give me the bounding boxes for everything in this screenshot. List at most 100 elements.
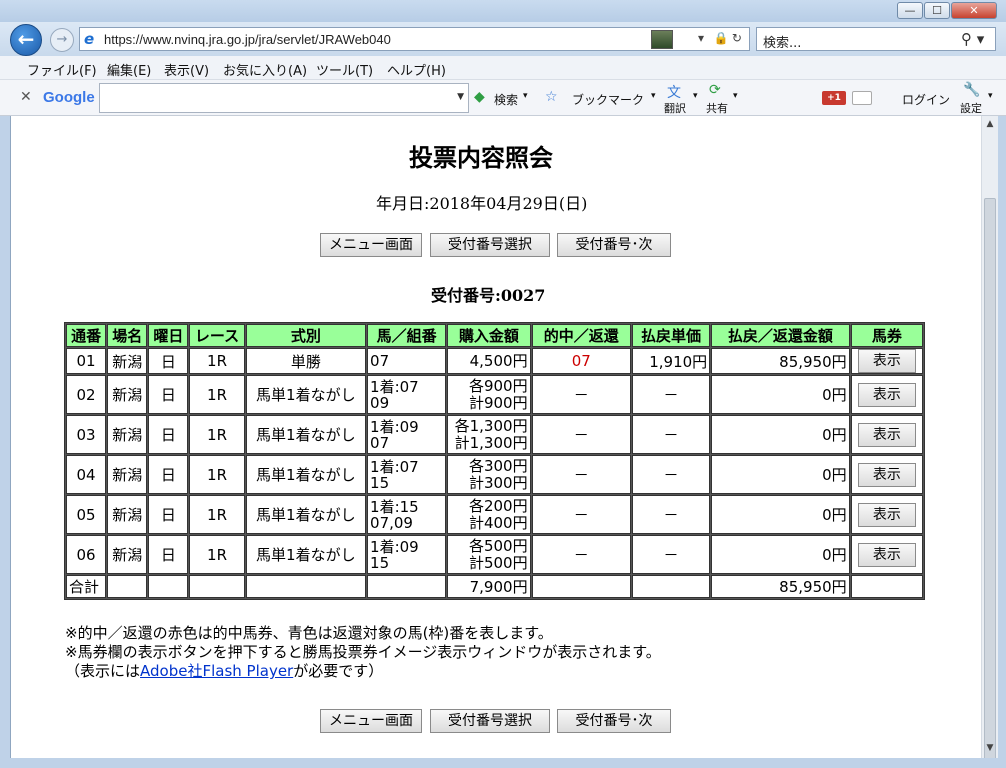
receipt-select-button[interactable]: 受付番号選択 — [430, 709, 550, 733]
address-bar-icons[interactable]: ▾ 🔒↻ — [698, 31, 745, 45]
address-bar[interactable]: e https://www.nvinq.jra.go.jp/jra/servle… — [79, 27, 750, 51]
receipt-next-button[interactable]: 受付番号･次 — [557, 709, 671, 733]
show-ticket-button[interactable]: 表示 — [857, 422, 916, 447]
show-ticket-button[interactable]: 表示 — [857, 502, 916, 527]
google-search-input[interactable]: ▼ — [99, 83, 469, 113]
settings-button[interactable]: 設定 — [960, 100, 982, 116]
amount-line-1: 各200円 — [468, 496, 528, 515]
wrench-icon[interactable]: 🔧 — [963, 82, 980, 98]
vertical-scrollbar[interactable]: ▲ ▼ — [981, 116, 998, 768]
receipt-next-button[interactable]: 受付番号･次 — [557, 233, 671, 257]
cell-ticket: 表示 — [850, 495, 923, 534]
cell-venue: 新潟 — [107, 375, 148, 414]
cell-combo: 1着:09 15 — [367, 535, 447, 574]
cell-race: 1R — [189, 535, 245, 574]
cell-ticket: 表示 — [850, 348, 923, 374]
scroll-down-icon[interactable]: ▼ — [982, 740, 998, 756]
cell-ticket: 表示 — [850, 415, 923, 454]
menu-tools[interactable]: ツール(T) — [316, 60, 373, 79]
scroll-thumb[interactable] — [984, 198, 996, 768]
cell-race: 1R — [189, 455, 245, 494]
cell-race: 1R — [189, 375, 245, 414]
dropdown-icon[interactable]: ▾ — [651, 91, 656, 101]
flash-player-link[interactable]: Adobe社Flash Player — [140, 662, 293, 680]
cell-venue: 新潟 — [107, 535, 148, 574]
site-thumbnail-icon[interactable] — [651, 30, 673, 49]
cell-payout: 0円 — [711, 455, 850, 494]
menu-help[interactable]: ヘルプ(H) — [387, 60, 446, 79]
cell-day: 日 — [148, 375, 189, 414]
scroll-up-icon[interactable]: ▲ — [982, 116, 998, 132]
date-line: 年月日:2018年04月29日(日) — [376, 194, 588, 213]
cell-amount: 各900円 計900円 — [447, 375, 531, 414]
cell-amount: 各200円 計400円 — [447, 495, 531, 534]
table-row: 06 新潟 日 1R 馬単1着ながし 1着:09 15 各500円 計500円 － … — [66, 535, 923, 574]
dropdown-icon[interactable]: ▾ — [733, 91, 738, 101]
cell-combo: 1着:09 07 — [367, 415, 447, 454]
menu-favorites[interactable]: お気に入り(A) — [223, 60, 307, 79]
cell-venue: 新潟 — [107, 495, 148, 534]
bet-table: 通番 場名 曜日 レース 式別 馬／組番 購入金額 的中／返還 払戻単価 払戻／… — [64, 322, 925, 600]
refresh-icon[interactable]: ↻ — [732, 31, 745, 45]
close-icon[interactable]: ✕ — [20, 89, 32, 105]
back-button[interactable]: ← — [10, 24, 42, 56]
translate-button[interactable]: 翻訳 — [664, 100, 686, 116]
maximize-button[interactable]: ☐ — [924, 2, 950, 19]
cell-payout: 85,950円 — [711, 348, 850, 374]
forward-button[interactable]: → — [50, 28, 74, 52]
google-plus-one-button[interactable]: +1 — [822, 91, 846, 105]
cell-hit: － — [531, 495, 631, 534]
amount-line-1: 各300円 — [468, 456, 528, 475]
share-icon[interactable]: ⟳ — [709, 82, 721, 98]
show-ticket-button[interactable]: 表示 — [857, 542, 916, 567]
login-button[interactable]: ログイン — [902, 91, 950, 108]
search-placeholder[interactable]: 検索... — [763, 32, 801, 51]
cell-type: 馬単1着ながし — [245, 495, 367, 534]
total-row: 合計 7,900円 85,950円 — [66, 575, 923, 598]
lock-icon[interactable]: 🔒 — [714, 31, 732, 45]
amount-line-2: 計500円 — [468, 553, 528, 572]
dropdown-icon[interactable]: ▾ — [523, 91, 528, 101]
dropdown-icon[interactable]: ▾ — [988, 91, 993, 101]
cell-ticket: 表示 — [850, 535, 923, 574]
combo-line-1: 1着:15 — [370, 497, 419, 516]
translate-icon[interactable]: 文 — [667, 82, 681, 102]
menu-screen-button[interactable]: メニュー画面 — [320, 233, 422, 257]
cell-no: 03 — [66, 415, 107, 454]
cell-combo: 1着:07 15 — [367, 455, 447, 494]
amount-line-1: 各1,300円 — [454, 416, 528, 435]
close-window-button[interactable]: ✕ — [951, 2, 997, 19]
table-row: 03 新潟 日 1R 馬単1着ながし 1着:09 07 各1,300円 計1,300… — [66, 415, 923, 454]
menu-screen-button[interactable]: メニュー画面 — [320, 709, 422, 733]
star-icon[interactable]: ☆ — [545, 89, 558, 105]
menu-edit[interactable]: 編集(E) — [107, 60, 151, 79]
google-search-icon[interactable]: ◆ — [474, 89, 485, 105]
total-label: 合計 — [66, 575, 107, 598]
browser-search-box[interactable]: 検索... ⚲ ▾ — [756, 27, 996, 51]
amount-line-2: 計900円 — [468, 393, 528, 412]
menu-view[interactable]: 表示(V) — [164, 60, 209, 79]
header-day: 曜日 — [148, 324, 189, 347]
cell-day: 日 — [148, 415, 189, 454]
search-icon[interactable]: ⚲ ▾ — [961, 30, 984, 48]
show-ticket-button[interactable]: 表示 — [857, 382, 916, 407]
cell-unit: 1,910円 — [631, 348, 711, 374]
dropdown-icon[interactable]: ▼ — [457, 92, 464, 102]
cell-type: 馬単1着ながし — [245, 535, 367, 574]
arrow-left-icon: ← — [17, 27, 35, 51]
show-ticket-button[interactable]: 表示 — [857, 349, 916, 373]
receipt-select-button[interactable]: 受付番号選択 — [430, 233, 550, 257]
minimize-button[interactable]: — — [897, 2, 923, 19]
cell-amount: 各300円 計300円 — [447, 455, 531, 494]
url-text[interactable]: https://www.nvinq.jra.go.jp/jra/servlet/… — [104, 32, 391, 47]
menu-bar: ファイル(F) 編集(E) 表示(V) お気に入り(A) ツール(T) ヘルプ(… — [0, 56, 1006, 80]
google-search-button[interactable]: 検索 — [494, 91, 518, 108]
share-button[interactable]: 共有 — [706, 100, 728, 116]
combo-line-1: 07 — [370, 352, 390, 370]
table-header-row: 通番 場名 曜日 レース 式別 馬／組番 購入金額 的中／返還 払戻単価 払戻／… — [66, 324, 923, 347]
show-ticket-button[interactable]: 表示 — [857, 462, 916, 487]
dropdown-icon[interactable]: ▾ — [698, 31, 707, 45]
dropdown-icon[interactable]: ▾ — [693, 91, 698, 101]
bookmark-button[interactable]: ブックマーク — [572, 91, 644, 108]
menu-file[interactable]: ファイル(F) — [27, 60, 97, 79]
